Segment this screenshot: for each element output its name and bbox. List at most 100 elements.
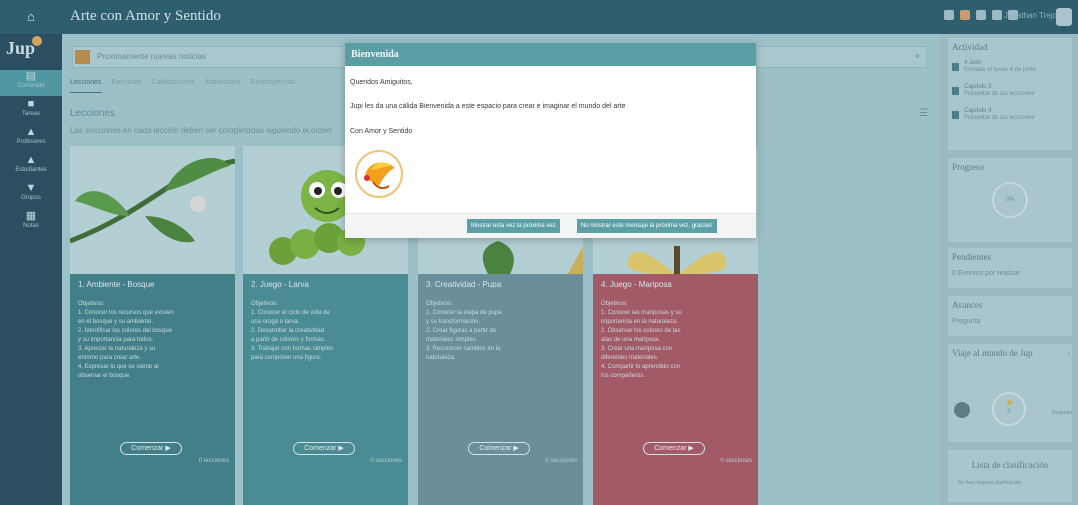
left-nav: Jup ▤ Contenido ■ Tareas ▲ Profesores ▲ … [0, 34, 62, 505]
card-title: 3. Creatividad - Pupa [418, 274, 583, 294]
tab-grades[interactable]: Calificaciones [151, 79, 194, 93]
list-icon[interactable]: ☰ [919, 108, 928, 119]
card-body: Objetivos: 1. Conocer la etapa de pupa y… [418, 294, 583, 505]
activity-item[interactable]: Capítulo 3 Presentar de las lecciones [952, 84, 1068, 102]
doc-icon [952, 111, 959, 119]
tab-rewards[interactable]: Recompensas [250, 79, 295, 93]
lesson-tabs: Lecciones Ejercicios Calificaciones Acti… [70, 79, 295, 93]
nav-label: Tareas [21, 111, 40, 117]
card-line: y su transformación. [426, 319, 481, 325]
card-line: para componer una figura. [251, 355, 322, 361]
card-line: 2. Observar los colores de las [601, 328, 681, 334]
ranking-desc: No hay ninguna clasificación [958, 480, 1022, 486]
card-line: Objetivos: [426, 301, 453, 307]
journey-title: Viaje al mundo de Jup [952, 348, 1033, 358]
nav-item-tasks[interactable]: ■ Tareas [0, 98, 62, 124]
doc-icon [952, 87, 959, 95]
section-title: Lecciones [70, 108, 116, 119]
card-line: 1. Conocer las mariposas y su [601, 310, 682, 316]
activity-title: Actividad [952, 42, 988, 52]
card-line: 1. Conocer el ciclo de vida de [251, 310, 330, 316]
progress-title: Progreso [952, 162, 984, 172]
person-icon: ▲ [25, 154, 37, 166]
home-icon[interactable]: ⌂ [0, 0, 62, 34]
avatar [954, 402, 970, 418]
nav-item-notes[interactable]: ▦ Notas [0, 210, 62, 236]
activity-item[interactable]: 4 Julio Enviado el lunes 4 de junio [952, 60, 1068, 78]
card-line: 4. Compartir lo aprendido con [601, 364, 681, 370]
notices-title: Avances [952, 300, 983, 310]
mail-icon[interactable] [944, 10, 954, 20]
card-line: Objetivos: [78, 301, 105, 307]
user-name[interactable]: Jonathan Trejo [1004, 11, 1056, 20]
nav-item-groups[interactable]: ▼ Grupos [0, 182, 62, 208]
journey-label: Pregunta [1052, 410, 1073, 416]
calendar-icon[interactable] [976, 10, 986, 20]
card-title: 1. Ambiente - Bosque [70, 274, 235, 294]
start-button[interactable]: Comenzar ▶ [468, 442, 530, 455]
card-footer: 0 secciones [720, 458, 752, 464]
card-line: en el bosque y su ambiente. [78, 319, 154, 325]
activity-item-desc: Presentar de las lecciones [964, 115, 1035, 121]
ranking-title: Lista de clasificación [971, 460, 1049, 470]
card-line: a partir de colores y formas. [251, 337, 326, 343]
nav-item-content[interactable]: ▤ Contenido [0, 70, 62, 96]
card-line: importancia en la naturaleza. [601, 319, 679, 325]
megaphone-icon [75, 50, 90, 64]
nav-item-students[interactable]: ▲ Estudiantes [0, 154, 62, 180]
card-line: 2. Crear figuras a partir de [426, 328, 497, 334]
card-line: 3. Reconocer cambios en la [426, 346, 501, 352]
avatar[interactable] [1056, 8, 1072, 26]
start-button[interactable]: Comenzar ▶ [643, 442, 705, 455]
nav-item-teachers[interactable]: ▲ Profesores [0, 126, 62, 152]
card-body: Objetivos: 1. Conocer el ciclo de vida d… [243, 294, 408, 505]
lesson-card[interactable]: 1. Ambiente - Bosque Objetivos: 1. Conoc… [70, 146, 235, 505]
tab-exercises[interactable]: Ejercicios [112, 79, 142, 93]
start-button[interactable]: Comenzar ▶ [120, 442, 182, 455]
activity-item[interactable]: Capítulo 4 Presentar de las lecciones [952, 108, 1068, 126]
course-title: Arte con Amor y Sentido [70, 8, 221, 24]
dont-show-again-button[interactable]: No mostrar este mensaje la próxima vez, … [577, 219, 717, 233]
nav-label: Profesores [16, 139, 46, 145]
card-line: naturaleza. [426, 355, 456, 361]
events-item[interactable]: 0 Eventos por realizar [952, 270, 1020, 277]
dialog-footer: Mostrar esta vez la próxima vez No mostr… [345, 213, 756, 238]
remind-later-button[interactable]: Mostrar esta vez la próxima vez [467, 219, 560, 233]
notices-item[interactable]: Pregunta [952, 318, 980, 325]
card-line: Objetivos: [601, 301, 628, 307]
section-description: Las secciones en cada lección deben ser … [70, 126, 332, 135]
close-icon[interactable]: × [915, 51, 920, 61]
activity-box: Actividad 4 Julio Enviado el lunes 4 de … [948, 38, 1072, 150]
chat-icon[interactable] [992, 10, 1002, 20]
bell-icon[interactable] [960, 10, 970, 20]
start-button[interactable]: Comenzar ▶ [293, 442, 355, 455]
dialog-title: Bienvenida [351, 49, 399, 60]
tab-activities[interactable]: Actividades [205, 79, 241, 93]
start-button-label: Comenzar [304, 445, 337, 452]
card-line: 3. Crear una mariposa con [601, 346, 673, 352]
progress-box: Progreso 0% [948, 158, 1072, 242]
card-title: 2. Juego - Larva [243, 274, 408, 294]
right-panel: Actividad 4 Julio Enviado el lunes 4 de … [940, 34, 1078, 505]
top-bar: ⌂ Arte con Amor y Sentido Jonathan Trejo [0, 0, 1078, 34]
chevron-right-icon[interactable]: › [1068, 350, 1070, 357]
card-line: 1. Conocer la etapa de pupa [426, 310, 502, 316]
welcome-dialog: Bienvenida Queridos Amiguitos, Jupi les … [345, 43, 756, 238]
tab-lessons[interactable]: Lecciones [70, 79, 102, 93]
card-line: entorno para crear arte. [78, 355, 142, 361]
card-footer: 0 lecciones [198, 458, 229, 464]
events-title: Pendientes [952, 252, 991, 262]
card-body: Objetivos: 1. Conocer las mariposas y su… [593, 294, 758, 505]
card-line: y su importancia para todos. [78, 337, 154, 343]
card-line: observar el bosque. [78, 373, 131, 379]
nav-label: Notas [23, 223, 39, 229]
activity-item-title: Capítulo 4 [964, 108, 992, 114]
card-line: diferentes materiales. [601, 355, 659, 361]
start-button-label: Comenzar [479, 445, 512, 452]
card-line: Objetivos: [251, 301, 278, 307]
notices-box: Avances Pregunta [948, 296, 1072, 336]
card-line: una oruga o larva. [251, 319, 300, 325]
card-body: Objetivos: 1. Conocer los recursos que e… [70, 294, 235, 505]
card-line: alas de una mariposa. [601, 337, 661, 343]
logo[interactable]: Jup [6, 36, 42, 64]
